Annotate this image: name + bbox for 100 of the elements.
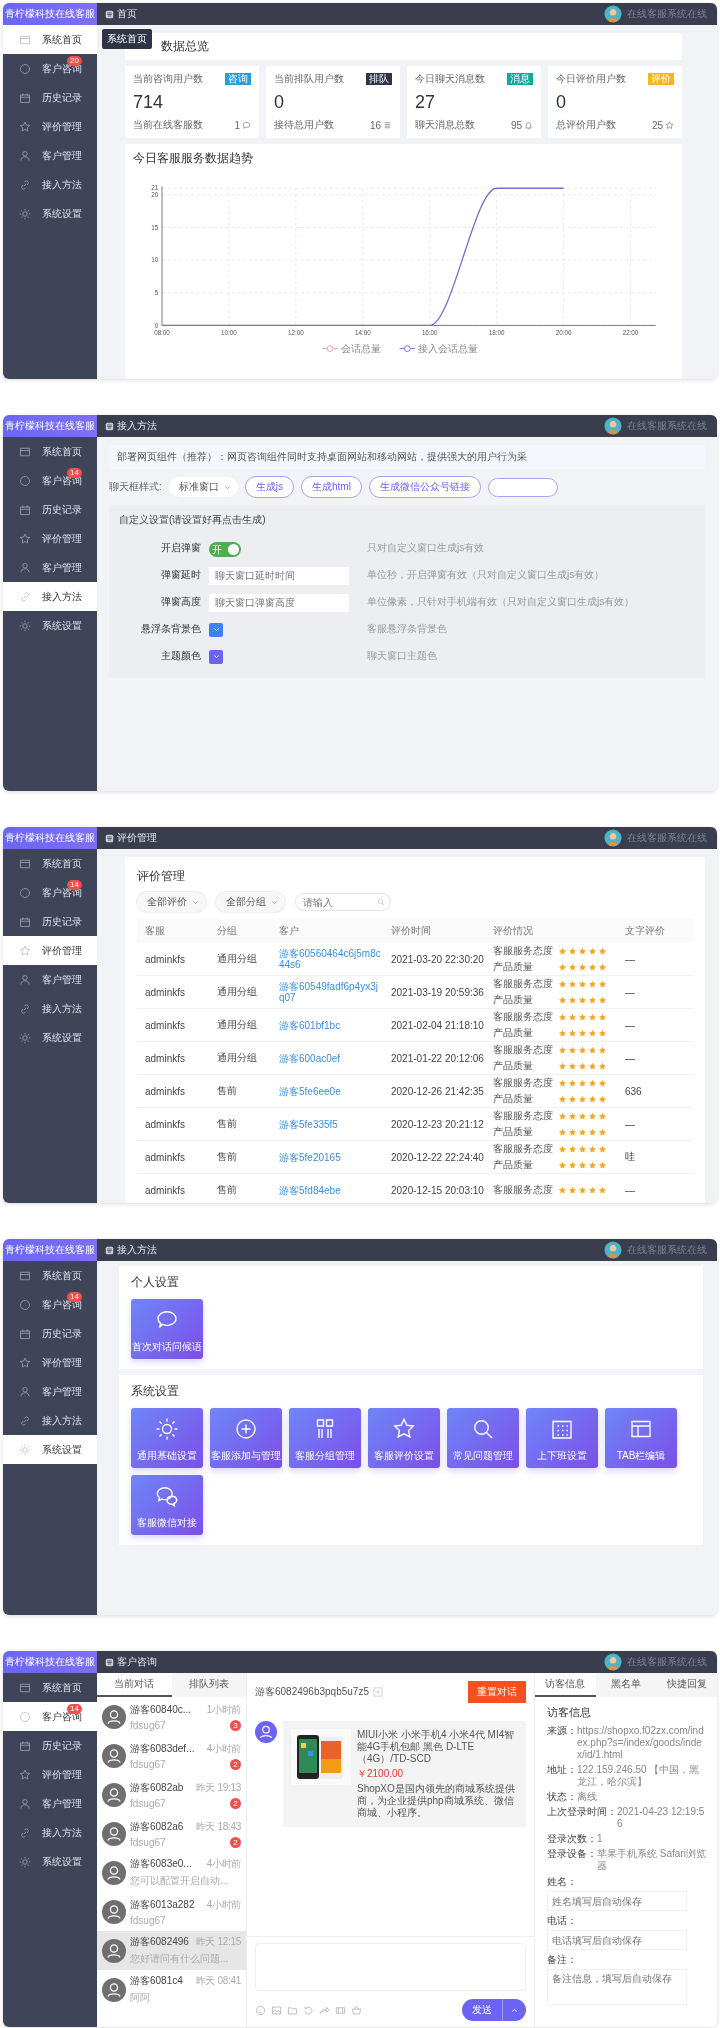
conversation-item[interactable]: 游客6082a6 昨天 18:43 fdsug67 2 [97, 1814, 246, 1853]
nav-item[interactable]: 系统首页 [3, 1261, 97, 1290]
nav-item[interactable]: 接入方法 [3, 994, 97, 1023]
star-icon [558, 1160, 567, 1170]
nav-item[interactable]: 接入方法 [3, 170, 97, 199]
brand-title: 青柠檬科技在线客服 [3, 415, 97, 437]
product-card[interactable]: MIUI小米 小米手机4 小米4代 MI4智能4G手机包邮 黑色 D-LTE（4G）/TD-SCD ￥2100.00 ShopXO是国内领先的商城系统提供商，为企业提供php商城系统、微信商城、小程序。 [283, 1721, 526, 1827]
generate-button[interactable]: 生成微信公众号链接 [368, 476, 481, 498]
conversation-item[interactable]: 游客6082ab 昨天 19:13 fdsug67 2 [97, 1775, 246, 1814]
generate-button[interactable] [487, 477, 558, 497]
nav-item[interactable]: 评价管理 [3, 524, 97, 553]
window-icon [19, 1269, 31, 1282]
nav-item[interactable]: 系统设置 [3, 611, 97, 640]
customer-link[interactable]: 游客5fe20165 [279, 1151, 383, 1163]
settings-tile[interactable]: 客服添加与管理 [210, 1408, 282, 1468]
notes-field[interactable]: 备注信息，填写后自动保存 [547, 1969, 687, 2005]
unread-badge: 2 [230, 1758, 241, 1770]
conversation-item[interactable]: 游客6083e0... 4小时前 您可以配置开启自动... [97, 1853, 246, 1892]
filter-select[interactable]: 全部评价 [137, 892, 206, 912]
send-options-button[interactable] [503, 1999, 526, 2021]
legend-item[interactable]: 接入会话总量 [399, 343, 478, 355]
legend-label: 接入会话总量 [417, 343, 478, 355]
nav-item[interactable]: 接入方法 [3, 582, 97, 611]
smile-icon[interactable] [255, 2004, 266, 2016]
nav-item[interactable]: 客户管理 [3, 1377, 97, 1406]
style-select[interactable]: 标准窗口 [168, 477, 238, 497]
card-icon[interactable] [335, 2004, 346, 2016]
tab[interactable]: 快捷回复 [656, 1673, 717, 1697]
user-avatar-icon [102, 1821, 126, 1846]
basket-icon[interactable] [351, 2004, 362, 2016]
nav-item[interactable]: 历史记录 [3, 495, 97, 524]
color-picker[interactable] [209, 649, 223, 664]
list-icon [383, 120, 392, 130]
customer-link[interactable]: 游客5fe6ee0e [279, 1085, 383, 1097]
stat-value: 0 [274, 91, 285, 113]
nav-item[interactable]: 客户管理 [3, 553, 97, 582]
settings-tile[interactable]: 上下班设置 [526, 1408, 598, 1468]
search-field[interactable]: 请输入 [295, 893, 391, 911]
tab[interactable]: 黑名单 [595, 1673, 657, 1697]
settings-tile[interactable]: TAB栏编辑 [605, 1408, 677, 1468]
star-icon [598, 946, 607, 956]
window-icon [19, 857, 31, 870]
star-icon [588, 1045, 597, 1055]
nav-item[interactable]: 系统首页 [3, 849, 97, 878]
settings-tile[interactable]: 常见问题管理 [447, 1408, 519, 1468]
settings-tile[interactable]: 首次对话问候语 [131, 1299, 203, 1359]
tab[interactable]: 排队列表 [171, 1673, 246, 1697]
nav-item[interactable]: 历史记录 [3, 1731, 97, 1760]
plus-icon[interactable] [373, 1687, 383, 1697]
nav-item[interactable]: 接入方法 [3, 1818, 97, 1847]
nav-item[interactable]: 历史记录 [3, 907, 97, 936]
nav-item[interactable]: 接入方法 [3, 1406, 97, 1435]
input-field[interactable]: 电话填写后自动保存 [547, 1930, 687, 1950]
settings-tile[interactable]: 客服评价设置 [368, 1408, 440, 1468]
input-field[interactable]: 聊天窗口弹窗高度 [209, 593, 349, 612]
settings-tile[interactable]: 通用基础设置 [131, 1408, 203, 1468]
nav-item[interactable]: 客户管理 [3, 965, 97, 994]
image-icon[interactable] [271, 2004, 282, 2016]
nav-item[interactable]: 系统设置 [3, 1435, 97, 1464]
filter-select[interactable]: 全部分组 [216, 892, 285, 912]
conversation-item[interactable]: 游客6083def... 4小时前 fdsug67 2 [97, 1736, 246, 1775]
table-cell-text: 通用分组 [216, 952, 258, 966]
send-button[interactable]: 发送 [462, 1999, 503, 2021]
color-picker[interactable] [209, 622, 223, 637]
conversation-item[interactable]: 游客60840c... 1小时前 fdsug67 3 [97, 1697, 246, 1736]
rotate-icon[interactable] [303, 2004, 314, 2016]
generate-button[interactable]: 生成html [301, 476, 362, 498]
input-field[interactable]: 姓名填写后自动保存 [547, 1891, 687, 1911]
input-field[interactable]: 聊天窗口延时时间 [209, 566, 349, 585]
nav-item[interactable]: 评价管理 [3, 112, 97, 141]
share-icon[interactable] [319, 2004, 330, 2016]
nav-item[interactable]: 评价管理 [3, 1348, 97, 1377]
settings-tile[interactable]: 客服分组管理 [289, 1408, 361, 1468]
legend-item[interactable]: 会话总量 [321, 343, 381, 355]
customer-link[interactable]: 游客60560464c6j5m8c44s6 [279, 948, 383, 970]
star-icon [588, 979, 597, 989]
nav-item[interactable]: 评价管理 [3, 1760, 97, 1789]
nav-item[interactable]: 评价管理 [3, 936, 97, 965]
conversation-item[interactable]: 游客6013a282 4小时前 fdsug67 [97, 1892, 246, 1931]
nav-item[interactable]: 系统首页 [3, 25, 97, 54]
folder-icon[interactable] [287, 2004, 298, 2016]
customer-link[interactable]: 游客60549fadf6p4yx3jq07 [279, 981, 383, 1003]
nav-item[interactable]: 系统设置 [3, 199, 97, 228]
customer-link[interactable]: 游客601bf1bc [279, 1019, 383, 1031]
table-cell-text: 2021-03-19 20:59:36 [390, 986, 485, 998]
nav-item[interactable]: 历史记录 [3, 83, 97, 112]
nav-item[interactable]: 系统首页 [3, 1673, 97, 1702]
generate-button[interactable]: 生成js [244, 476, 294, 498]
nav-item[interactable]: 系统设置 [3, 1023, 97, 1052]
conversation-item[interactable]: 游客6081c4 昨天 08:41 阿阿 [97, 1970, 246, 2009]
settings-tile[interactable]: 客服微信对接 [131, 1475, 203, 1535]
nav-item[interactable]: 系统设置 [3, 1847, 97, 1876]
customer-link[interactable]: 游客5fd84ebe [279, 1184, 383, 1196]
nav-item[interactable]: 客户管理 [3, 141, 97, 170]
nav-item[interactable]: 系统首页 [3, 437, 97, 466]
customer-link[interactable]: 游客5fe335f5 [279, 1118, 383, 1130]
search-icon [377, 898, 385, 906]
nav-item[interactable]: 客户管理 [3, 1789, 97, 1818]
customer-link[interactable]: 游客600ac0ef [279, 1052, 383, 1064]
nav-item[interactable]: 历史记录 [3, 1319, 97, 1348]
